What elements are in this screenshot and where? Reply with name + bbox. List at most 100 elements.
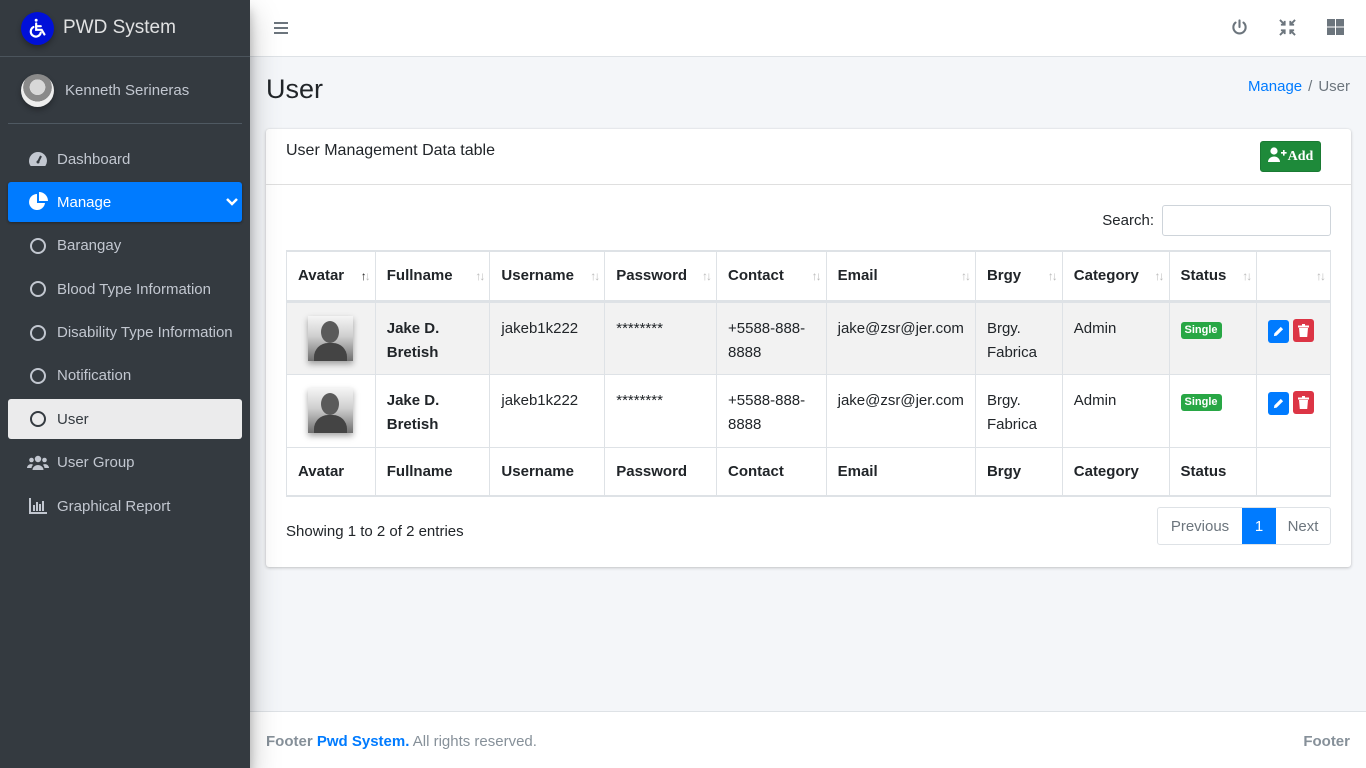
add-button-label: Add — [1287, 148, 1314, 164]
sort-icon: ↑↓ — [475, 269, 485, 283]
sidebar-item-label: Barangay — [57, 237, 122, 255]
sidebar-item-label: Graphical Report — [57, 497, 171, 515]
sort-asc-icon: ↑↓ — [360, 269, 371, 283]
sort-icon: ↑↓ — [1316, 269, 1326, 283]
users-icon — [27, 452, 49, 474]
actions-cell — [1256, 300, 1331, 375]
pencil-icon — [1274, 326, 1284, 336]
table-row: Jake D. Bretish jakeb1k222 ******** +5588… — [286, 300, 1331, 375]
user-panel[interactable]: Kenneth Serineras — [8, 57, 242, 124]
footer-brand-link[interactable]: Pwd System. — [317, 733, 410, 750]
footer-header-username: Username — [489, 446, 606, 497]
column-header-password[interactable]: Password ↑↓ — [604, 250, 717, 303]
contact-cell: +5588-888- 8888 — [716, 300, 827, 375]
page-1-button[interactable]: 1 — [1242, 508, 1276, 544]
column-header-email[interactable]: Email ↑↓ — [825, 250, 976, 303]
power-icon[interactable] — [1230, 18, 1248, 36]
footer-prefix: Footer — [266, 733, 313, 750]
footer-header-brgy: Brgy — [974, 446, 1063, 497]
sort-icon: ↑↓ — [1047, 269, 1058, 283]
circle-icon — [27, 408, 49, 430]
search-input[interactable] — [1162, 205, 1331, 236]
sidebar-item-label: Blood Type Information — [57, 280, 211, 298]
users-table: Avatar ↑↓ Fullname ↑↓ Username ↑↓ Password ↑… — [286, 250, 1331, 497]
user-avatar — [21, 73, 54, 107]
add-user-button[interactable]: Add — [1260, 141, 1321, 172]
footer-header-email: Email — [825, 446, 976, 497]
card-header: User Management Data table Add — [266, 129, 1351, 185]
column-header-brgy[interactable]: Brgy ↑↓ — [974, 250, 1063, 303]
category-cell: Admin — [1061, 300, 1170, 375]
sidebar-nav: Dashboard Manage Barangay Blood Type Inf… — [0, 139, 250, 526]
brand-link[interactable]: PWD System — [0, 0, 250, 57]
sidebar-item-user[interactable]: User — [8, 399, 242, 440]
column-header-username[interactable]: Username ↑↓ — [489, 250, 606, 303]
password-cell: ******** — [604, 373, 717, 448]
sidebar-item-dashboard[interactable]: Dashboard — [8, 139, 242, 179]
sidebar-item-blood-type[interactable]: Blood Type Information — [8, 269, 242, 309]
brand-name: PWD System — [63, 17, 176, 38]
table-footer-row: Avatar Fullname Username Password Contac… — [286, 446, 1331, 497]
footer-suffix: All rights reserved. — [412, 733, 537, 750]
sidebar-item-label: User — [57, 410, 89, 428]
sidebar-item-notification[interactable]: Notification — [8, 356, 242, 396]
sort-icon: ↑↓ — [811, 269, 822, 283]
column-header-actions[interactable]: ↑↓ — [1256, 250, 1331, 303]
delete-button[interactable] — [1293, 390, 1315, 414]
user-name: Kenneth Serineras — [65, 81, 190, 99]
sidebar-item-user-group[interactable]: User Group — [8, 443, 242, 483]
sort-icon: ↑↓ — [960, 269, 971, 283]
edit-button[interactable] — [1268, 391, 1290, 415]
breadcrumb-separator: / — [1308, 78, 1313, 95]
footer: Footer Pwd System. All rights reserved. … — [250, 711, 1366, 768]
sidebar-item-label: Disability Type Information — [57, 324, 233, 342]
sidebar-item-barangay[interactable]: Barangay — [8, 226, 242, 266]
contact-cell: +5588-888- 8888 — [716, 373, 827, 448]
column-header-contact[interactable]: Contact ↑↓ — [716, 250, 827, 303]
sidebar-item-disability-type[interactable]: Disability Type Information — [8, 313, 242, 353]
bar-chart-icon — [27, 495, 49, 517]
sidebar-item-manage[interactable]: Manage — [8, 182, 242, 223]
breadcrumb-manage-link[interactable]: Manage — [1248, 78, 1302, 95]
hamburger-menu-button[interactable] — [274, 19, 288, 37]
footer-header-contact: Contact — [716, 446, 827, 497]
wheelchair-icon — [21, 11, 54, 45]
column-header-category[interactable]: Category ↑↓ — [1061, 250, 1170, 303]
row-avatar — [308, 387, 354, 433]
user-management-card: User Management Data table Add Search: A… — [266, 129, 1351, 567]
previous-page-button[interactable]: Previous — [1158, 508, 1242, 544]
delete-button[interactable] — [1293, 318, 1315, 342]
column-header-avatar[interactable]: Avatar ↑↓ — [286, 250, 376, 303]
grid-icon[interactable] — [1326, 18, 1344, 36]
sort-icon: ↑↓ — [702, 269, 712, 283]
footer-header-category: Category — [1061, 446, 1170, 497]
trash-icon — [1298, 323, 1310, 337]
breadcrumb: Manage / User — [1248, 78, 1350, 95]
table-info: Showing 1 to 2 of 2 entries — [286, 523, 464, 540]
sort-icon: ↑↓ — [1242, 269, 1252, 283]
status-cell: Single — [1168, 373, 1258, 448]
avatar-cell — [286, 373, 376, 448]
search-group: Search: — [1102, 205, 1331, 236]
sidebar-item-label: Notification — [57, 367, 132, 385]
edit-button[interactable] — [1268, 319, 1290, 343]
status-badge: Single — [1180, 321, 1222, 339]
avatar-cell — [286, 300, 376, 375]
sidebar-item-graphical-report[interactable]: Graphical Report — [8, 486, 242, 526]
compress-icon[interactable] — [1278, 18, 1296, 36]
card-title: User Management Data table — [286, 142, 495, 159]
fullname-cell: Jake D. Bretish — [374, 373, 491, 448]
column-header-status[interactable]: Status ↑↓ — [1168, 250, 1258, 303]
footer-header-fullname: Fullname — [374, 446, 491, 497]
email-cell: jake@zsr@jer.com — [825, 373, 976, 448]
next-page-button[interactable]: Next — [1276, 508, 1330, 544]
brgy-cell: Brgy. Fabrica — [974, 300, 1063, 375]
column-header-fullname[interactable]: Fullname ↑↓ — [374, 250, 491, 303]
search-label: Search: — [1102, 212, 1154, 229]
sidebar-item-label: Manage — [57, 193, 112, 211]
topbar — [250, 0, 1366, 57]
trash-icon — [1298, 395, 1310, 409]
page-title: User — [266, 74, 324, 104]
username-cell: jakeb1k222 — [489, 373, 606, 448]
password-cell: ******** — [604, 300, 717, 375]
